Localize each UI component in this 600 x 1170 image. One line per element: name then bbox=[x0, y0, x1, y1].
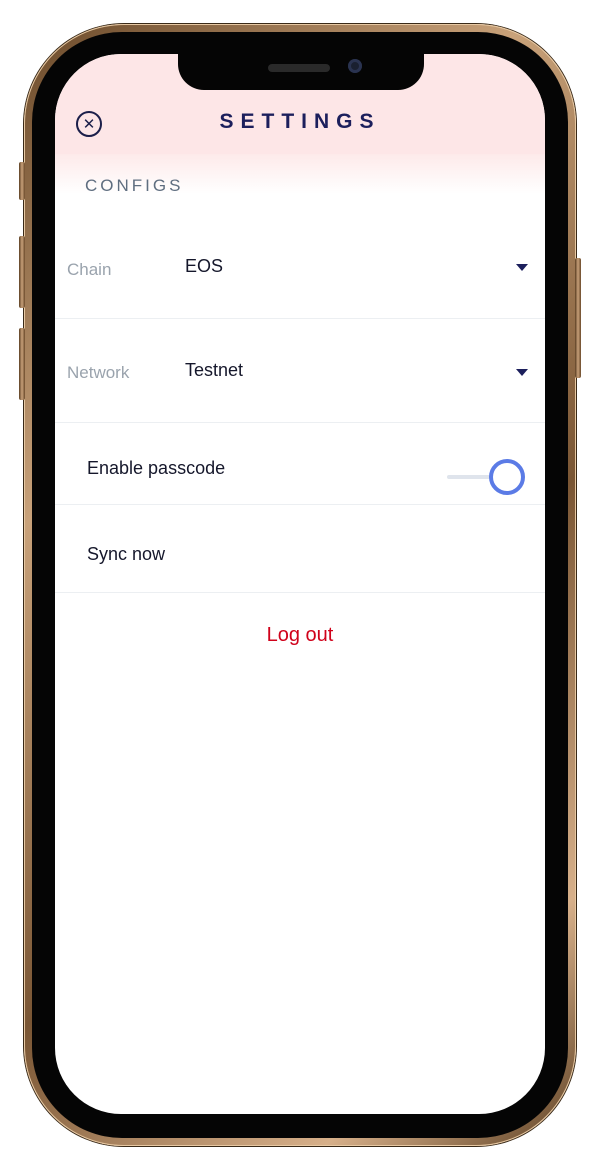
mute-switch bbox=[19, 162, 25, 200]
chain-value: EOS bbox=[185, 256, 224, 276]
passcode-toggle[interactable] bbox=[447, 459, 527, 495]
network-select[interactable]: Network Testnet bbox=[55, 319, 545, 423]
network-label: Network bbox=[67, 363, 130, 382]
network-value: Testnet bbox=[185, 360, 244, 380]
sync-now-button[interactable]: Sync now bbox=[55, 505, 545, 593]
section-title-configs: CONFIGS bbox=[85, 176, 184, 195]
chain-label: Chain bbox=[67, 260, 112, 279]
power-button bbox=[575, 258, 581, 378]
chain-select[interactable]: Chain EOS bbox=[55, 216, 545, 319]
page-title: SETTINGS bbox=[219, 110, 381, 133]
sync-now-label: Sync now bbox=[87, 544, 166, 564]
app-screen: ✕ SETTINGS CONFIGS Chain EOS Network Tes… bbox=[55, 54, 545, 1114]
volume-down-button bbox=[19, 328, 25, 400]
volume-up-button bbox=[19, 236, 25, 308]
caret-down-icon bbox=[516, 264, 528, 271]
speaker-grille bbox=[268, 64, 330, 72]
front-camera bbox=[348, 59, 362, 73]
caret-down-icon bbox=[516, 369, 528, 376]
passcode-label: Enable passcode bbox=[87, 458, 226, 478]
passcode-row: Enable passcode bbox=[55, 423, 545, 505]
notch bbox=[178, 52, 424, 90]
toggle-knob bbox=[489, 459, 525, 495]
logout-button[interactable]: Log out bbox=[55, 624, 545, 647]
